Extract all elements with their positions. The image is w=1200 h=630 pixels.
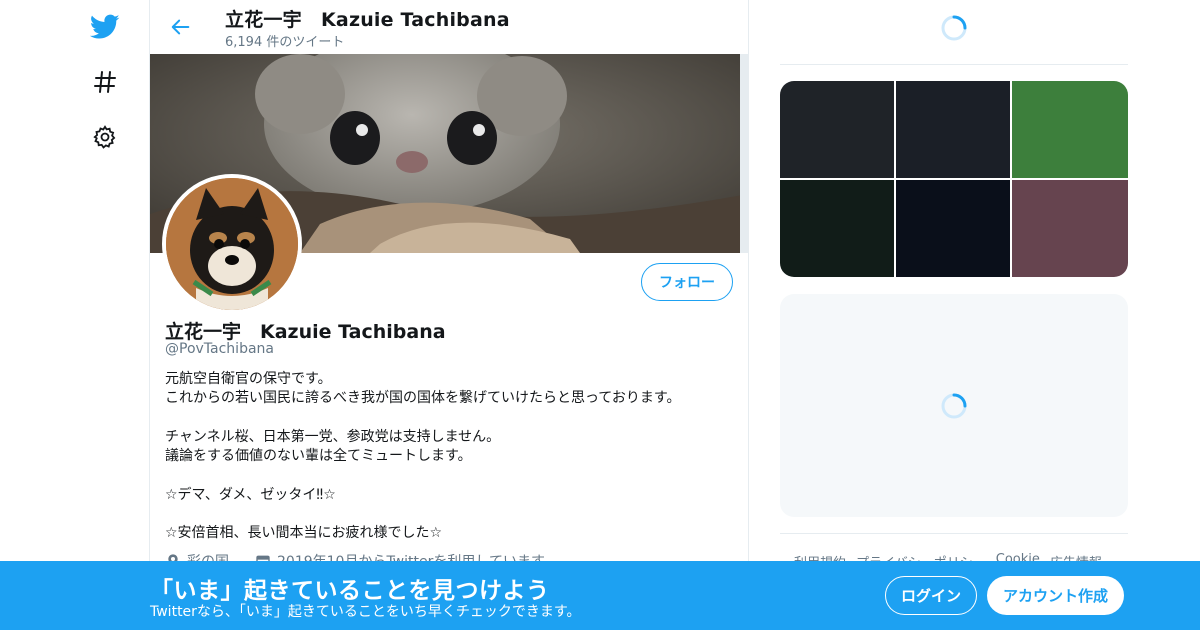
media-thumbnail[interactable]	[896, 180, 1010, 277]
signup-subtext: Twitterなら、「いま」起きていることをいち早くチェックできます。	[150, 604, 581, 620]
sidebar-divider	[780, 64, 1128, 65]
sidebar-divider	[780, 533, 1128, 534]
profile-topbar: 立花一宇 Kazuie Tachibana 6,194 件のツイート	[150, 0, 748, 54]
profile-handle[interactable]: @PovTachibana	[165, 341, 274, 357]
tweet-count: 6,194 件のツイート	[225, 35, 345, 50]
login-button[interactable]: ログイン	[885, 576, 977, 615]
twitter-profile-page: 立花一宇 Kazuie Tachibana 6,194 件のツイート フォロー …	[0, 0, 1200, 630]
hashtag-icon	[94, 71, 116, 93]
loading-spinner-icon	[941, 393, 967, 419]
loading-spinner-icon	[941, 15, 967, 41]
profile-column: 立花一宇 Kazuie Tachibana 6,194 件のツイート フォロー …	[149, 0, 749, 630]
media-thumbnail[interactable]	[1012, 180, 1128, 277]
explore-link[interactable]	[80, 62, 130, 102]
topbar-name: 立花一宇 Kazuie Tachibana	[225, 9, 510, 31]
settings-link[interactable]	[80, 117, 130, 157]
twitter-home-link[interactable]	[80, 7, 130, 47]
media-thumbnail[interactable]	[896, 81, 1010, 178]
signup-headline: 「いま」起きていることを見つけよう	[150, 578, 550, 604]
twitter-bird-icon	[90, 14, 120, 39]
signup-banner: 「いま」起きていることを見つけよう Twitterなら、「いま」起きていることを…	[0, 561, 1200, 630]
media-thumbnail[interactable]	[1012, 81, 1128, 178]
display-name: 立花一宇 Kazuie Tachibana	[165, 321, 446, 343]
media-thumbnail[interactable]	[780, 180, 894, 277]
loading-panel	[780, 294, 1128, 517]
media-thumbnail[interactable]	[780, 81, 894, 178]
back-button[interactable]	[166, 12, 196, 42]
avatar[interactable]	[162, 174, 302, 314]
media-grid	[780, 81, 1128, 277]
gear-icon	[93, 125, 116, 149]
profile-bio: 元航空自衛官の保守です。 これからの若い国民に誇るべき我が国の国体を繋げていけた…	[165, 371, 681, 542]
arrow-left-icon	[171, 19, 190, 35]
signup-button[interactable]: アカウント作成	[987, 576, 1124, 615]
avatar-image	[166, 178, 298, 310]
follow-button[interactable]: フォロー	[641, 263, 733, 301]
